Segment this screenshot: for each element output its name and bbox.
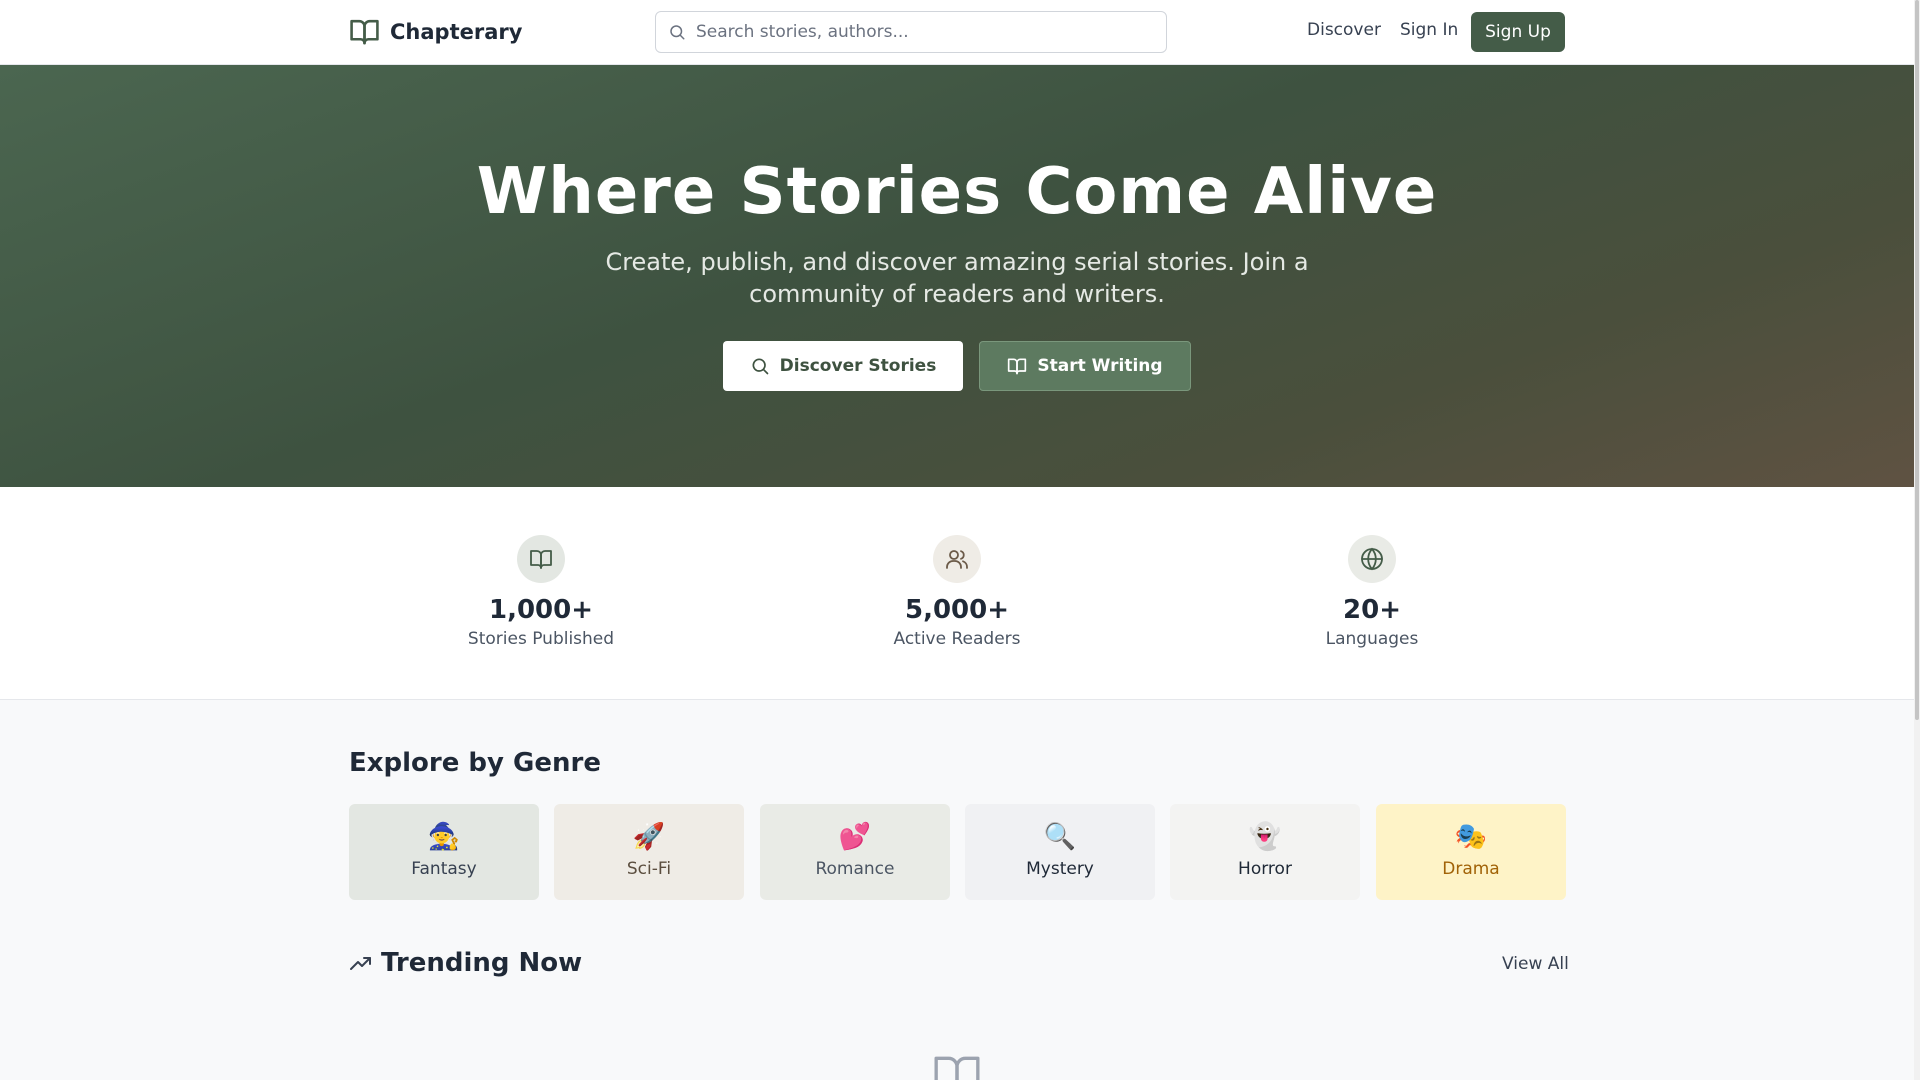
genre-label: Horror <box>1238 859 1292 879</box>
view-all-link[interactable]: View All <box>1502 954 1569 974</box>
wizard-icon: 🧙 <box>427 822 461 852</box>
top-navbar: Chapterary Discover Sign In Sign Up <box>0 0 1914 65</box>
genre-section-title: Explore by Genre <box>349 748 601 778</box>
stat-icon-wrapper <box>517 535 565 583</box>
genre-card-mystery[interactable]: 🔍 Mystery <box>965 804 1155 900</box>
search-input[interactable] <box>696 22 1136 42</box>
stat-label: Stories Published <box>467 629 615 649</box>
brand-logo-link[interactable]: Chapterary <box>349 16 522 47</box>
stat-icon-wrapper <box>933 535 981 583</box>
stats-section: 1,000+ Stories Published 5,000+ Active R… <box>0 487 1914 700</box>
genre-label: Romance <box>815 859 895 879</box>
genre-label: Fantasy <box>411 859 477 879</box>
genre-card-drama[interactable]: 🎭 Drama <box>1376 804 1566 900</box>
stat-stories: 1,000+ Stories Published <box>411 535 671 649</box>
genre-label: Sci-Fi <box>626 859 672 879</box>
discover-stories-label: Discover Stories <box>779 356 937 376</box>
sign-up-button[interactable]: Sign Up <box>1471 12 1565 52</box>
stat-readers: 5,000+ Active Readers <box>827 535 1087 649</box>
trending-header: Trending Now <box>349 948 582 978</box>
genre-card-fantasy[interactable]: 🧙 Fantasy <box>349 804 539 900</box>
stat-value: 20+ <box>1343 595 1401 625</box>
genre-card-sci-fi[interactable]: 🚀 Sci-Fi <box>554 804 744 900</box>
book-open-icon <box>530 550 552 569</box>
page-scrollbar[interactable] <box>1914 0 1920 1080</box>
search-bar[interactable] <box>655 11 1167 53</box>
magnifier-icon: 🔍 <box>1043 822 1077 852</box>
hero-section: Where Stories Come Alive Create, publish… <box>0 65 1914 487</box>
stat-label: Active Readers <box>893 629 1021 649</box>
stat-label: Languages <box>1325 629 1419 649</box>
rocket-icon: 🚀 <box>632 822 666 852</box>
start-writing-label: Start Writing <box>1037 356 1163 376</box>
hero-subtitle: Create, publish, and discover amazing se… <box>605 248 1309 308</box>
theater-masks-icon: 🎭 <box>1454 822 1488 852</box>
stat-languages: 20+ Languages <box>1242 535 1502 649</box>
book-open-icon <box>934 1056 980 1080</box>
globe-icon <box>1361 547 1383 571</box>
genre-label: Drama <box>1442 859 1500 879</box>
nav-discover-link[interactable]: Discover <box>1307 20 1381 40</box>
hearts-icon: 💕 <box>838 822 872 852</box>
stat-icon-wrapper <box>1348 535 1396 583</box>
search-icon <box>752 358 769 375</box>
search-icon <box>670 25 685 40</box>
brand-name: Chapterary <box>390 19 523 44</box>
stat-value: 5,000+ <box>904 595 1010 625</box>
start-writing-button[interactable]: Start Writing <box>979 341 1191 391</box>
hero-title: Where Stories Come Alive <box>476 155 1438 229</box>
genre-card-romance[interactable]: 💕 Romance <box>760 804 950 900</box>
stat-value: 1,000+ <box>488 595 594 625</box>
genre-card-horror[interactable]: 👻 Horror <box>1170 804 1360 900</box>
book-open-icon <box>350 19 379 45</box>
users-icon <box>946 550 968 569</box>
discover-stories-button[interactable]: Discover Stories <box>723 341 963 391</box>
genre-label: Mystery <box>1026 859 1094 879</box>
nav-sign-in-link[interactable]: Sign In <box>1400 20 1458 40</box>
scrollbar-thumb[interactable] <box>1915 0 1919 720</box>
trending-title: Trending Now <box>381 948 583 978</box>
ghost-icon: 👻 <box>1248 822 1282 852</box>
book-open-icon <box>1008 358 1027 375</box>
trending-up-icon <box>350 957 371 970</box>
